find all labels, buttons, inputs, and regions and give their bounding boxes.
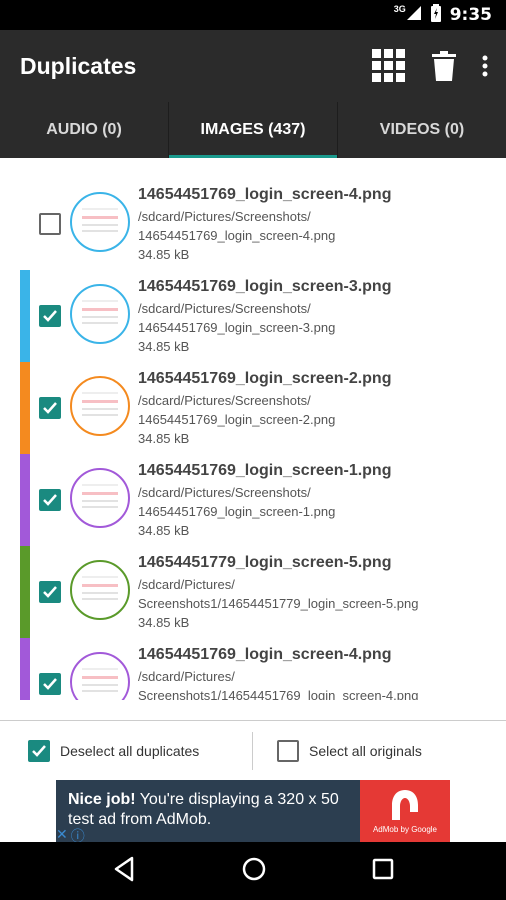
group-color-bar [20,270,30,362]
file-path-line-2: 14654451769_login_screen-2.png [138,412,336,427]
tab-audio[interactable]: AUDIO (0) [0,102,168,158]
back-icon[interactable] [112,856,136,887]
group-color-bar [20,362,30,454]
deselect-checkbox[interactable] [28,739,50,762]
list-item[interactable]: 14654451769_login_screen-4.png /sdcard/P… [0,178,506,270]
ad-logo-caption: AdMob by Google [372,825,438,834]
file-path-line-2: Screenshots1/14654451779_login_screen-5.… [138,596,419,611]
deselect-label: Deselect all duplicates [60,742,200,759]
list-item[interactable]: 14654451769_login_screen-1.png /sdcard/P… [0,454,506,546]
file-name: 14654451769_login_screen-2.png [138,370,392,387]
file-size: 34.85 kB [138,431,190,446]
group-color-bar [20,638,30,700]
deselect-all-duplicates[interactable]: Deselect all duplicates [0,739,252,762]
file-name: 14654451769_login_screen-1.png [138,462,392,479]
ad-text: Nice job! You're displaying a 320 x 50 t… [56,780,360,842]
file-path-line-1: /sdcard/Pictures/Screenshots/ [138,393,311,408]
selection-bar: Deselect all duplicates Select all origi… [0,720,506,780]
item-checkbox[interactable] [39,305,61,327]
item-checkbox[interactable] [39,581,61,603]
tab-images[interactable]: IMAGES (437) [168,102,337,158]
status-bar: 3G 9:35 [0,0,506,30]
tab-bar: AUDIO (0) IMAGES (437) VIDEOS (0) [0,102,506,158]
item-checkbox[interactable] [39,213,61,235]
file-path-line-2: Screenshots1/14654451769_login_screen-4.… [138,688,419,700]
file-path-line-1: /sdcard/Pictures/Screenshots/ [138,485,311,500]
file-path-line-2: 14654451769_login_screen-1.png [138,504,336,519]
duplicates-list[interactable]: 14654451769_login_screen-4.png /sdcard/P… [0,178,506,700]
image-thumbnail[interactable] [70,376,130,436]
list-item[interactable]: 14654451769_login_screen-3.png /sdcard/P… [0,270,506,362]
file-path-line-1: /sdcard/Pictures/ [138,669,235,684]
page-title: Duplicates [20,52,137,79]
item-checkbox[interactable] [39,489,61,511]
file-path-line-1: /sdcard/Pictures/Screenshots/ [138,209,311,224]
image-thumbnail[interactable] [70,560,130,620]
clock: 9:35 [449,5,492,25]
home-icon[interactable] [241,856,267,887]
app-bar: Duplicates [0,30,506,102]
image-thumbnail[interactable] [70,284,130,344]
network-type: 3G [393,4,406,14]
group-color-bar [20,454,30,546]
select-all-originals[interactable]: Select all originals [253,739,506,762]
signal-icon [406,5,422,26]
file-path-line-2: 14654451769_login_screen-4.png [138,228,336,243]
item-checkbox[interactable] [39,673,61,695]
delete-icon[interactable] [432,51,456,81]
image-thumbnail[interactable] [70,192,130,252]
group-color-bar [20,546,30,638]
file-path-line-1: /sdcard/Pictures/Screenshots/ [138,301,311,316]
tab-videos[interactable]: VIDEOS (0) [337,102,506,158]
select-originals-checkbox[interactable] [277,739,299,762]
file-path-line-2: 14654451769_login_screen-3.png [138,320,336,335]
grid-icon[interactable] [372,49,406,83]
file-size: 34.85 kB [138,615,190,630]
file-path-line-1: /sdcard/Pictures/ [138,577,235,592]
admob-logo: AdMob by Google [360,780,450,842]
recents-icon[interactable] [372,858,394,885]
list-item[interactable]: 14654451769_login_screen-2.png /sdcard/P… [0,362,506,454]
select-originals-label: Select all originals [309,742,422,759]
list-item[interactable]: 14654451769_login_screen-4.png /sdcard/P… [0,638,506,700]
file-name: 14654451779_login_screen-5.png [138,554,392,571]
ad-banner[interactable]: Nice job! You're displaying a 320 x 50 t… [56,780,450,842]
item-checkbox[interactable] [39,397,61,419]
file-size: 34.85 kB [138,247,190,262]
file-size: 34.85 kB [138,523,190,538]
image-thumbnail[interactable] [70,652,130,700]
file-size: 34.85 kB [138,339,190,354]
group-color-bar [20,178,30,270]
list-item[interactable]: 14654451779_login_screen-5.png /sdcard/P… [0,546,506,638]
file-name: 14654451769_login_screen-4.png [138,186,392,203]
file-name: 14654451769_login_screen-4.png [138,646,392,663]
overflow-menu-icon[interactable] [482,55,488,77]
image-thumbnail[interactable] [70,468,130,528]
file-name: 14654451769_login_screen-3.png [138,278,392,295]
battery-icon [430,3,442,27]
ad-headline: Nice job! [68,791,136,808]
system-nav-bar [0,842,506,900]
